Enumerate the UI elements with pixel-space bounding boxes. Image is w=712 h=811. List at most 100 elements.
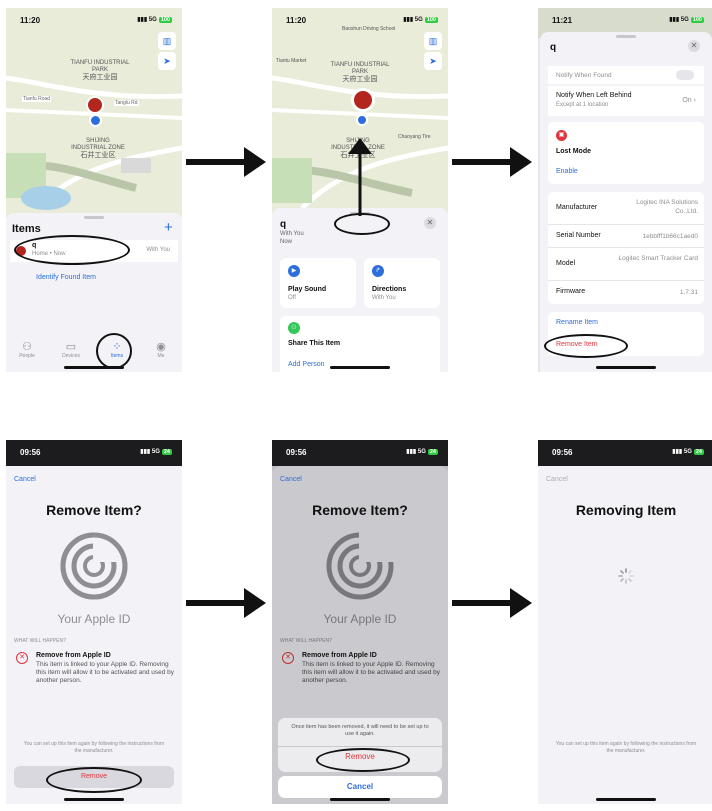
status-time: 09:56 <box>552 448 573 457</box>
directions-card[interactable]: ↱ Directions With You <box>364 258 440 308</box>
status-bar: 11:21 ▮▮▮ 5G 100 <box>538 8 712 30</box>
notify-left-sub: Except at 1 location <box>556 102 609 108</box>
item-status: With You <box>146 247 170 253</box>
status-signal: ▮▮▮ 5G 24 <box>672 449 704 455</box>
add-item-button[interactable]: + <box>164 219 173 236</box>
lock-icon: ▣ <box>556 130 567 141</box>
apple-id-label: Your Apple ID <box>57 612 131 626</box>
sheet-title: q <box>550 42 557 53</box>
notify-left-value: On › <box>682 97 696 104</box>
next-step-arrow <box>452 588 532 618</box>
status-signal: ▮▮▮ 5G 100 <box>137 17 172 23</box>
map-view[interactable]: TIANFU INDUSTRIAL PARK 天府工业园 SHIJING IND… <box>6 8 182 218</box>
district-label-2: SHIJING INDUSTRIAL ZONE 石井工业区 <box>71 138 125 159</box>
item-title: q <box>280 219 287 230</box>
road-label-2: Tanglu Rd <box>114 100 139 106</box>
modal-sheet: Cancel Remove Item? Your Apple ID WHAT W… <box>6 466 182 804</box>
point-title: Remove from Apple ID <box>302 652 377 659</box>
settings-sheet: q ✕ Notify When Found Notify When Left B… <box>540 32 712 372</box>
status-time: 11:21 <box>552 16 573 25</box>
home-pin-icon <box>356 114 368 126</box>
cancel-button[interactable]: Cancel <box>280 476 302 483</box>
swipe-up-arrow <box>348 138 372 216</box>
status-signal: ▮▮▮ 5G 100 <box>669 17 704 23</box>
notify-found-toggle[interactable] <box>676 70 694 80</box>
tab-people[interactable]: ⚇ People <box>12 340 42 359</box>
item-sub2: Now <box>280 239 293 245</box>
point-body: This item is linked to your Apple ID. Re… <box>302 661 441 684</box>
location-button[interactable]: ➤ <box>158 52 176 70</box>
rename-item-button[interactable]: Rename Item <box>556 319 598 326</box>
modal-title: Remove Item? <box>312 502 408 518</box>
notify-left-label: Notify When Left Behind <box>556 92 632 99</box>
poi-label-2: Tiantu Market <box>276 58 307 64</box>
status-bar: 11:20 ▮▮▮ 5G 100 <box>6 8 182 30</box>
share-title: Share This Item <box>288 340 341 347</box>
chevron-right-icon: › <box>693 97 696 104</box>
items-header: Items <box>12 223 41 235</box>
notify-found-label: Notify When Found <box>556 72 612 79</box>
share-card: ⚇ Share This Item Add Person <box>280 316 440 372</box>
info-card: Manufacturer Logitec INA Solutions Co.,L… <box>548 192 704 304</box>
location-button[interactable]: ➤ <box>424 52 442 70</box>
lost-mode-card: ▣ Lost Mode Enable <box>548 122 704 184</box>
status-time: 11:20 <box>286 16 307 25</box>
me-icon: ◉ <box>156 341 166 353</box>
sheet-cancel-button[interactable]: Cancel <box>278 776 442 798</box>
share-icon: ⚇ <box>288 322 300 334</box>
info-label: Manufacturer <box>556 204 598 211</box>
info-row-model: Model Logitec Smart Tracker Card <box>548 248 704 281</box>
info-value: Logitec Smart Tracker Card <box>618 255 698 262</box>
play-sound-card[interactable]: ▶ Play Sound Off <box>280 258 356 308</box>
identify-found-item-link[interactable]: Identify Found Item <box>36 274 96 281</box>
screen-remove-action-sheet: 09:56 ▮▮▮ 5G 24 Cancel Remove Item? Your … <box>272 440 448 804</box>
info-row-manufacturer: Manufacturer Logitec INA Solutions Co.,L… <box>548 192 704 225</box>
devices-icon: ▭ <box>65 341 77 353</box>
close-icon[interactable]: ✕ <box>688 40 700 52</box>
people-icon: ⚇ <box>22 341 32 353</box>
info-label: Model <box>556 260 576 267</box>
next-step-arrow <box>452 147 532 177</box>
status-bar: 09:56 ▮▮▮ 5G 24 <box>538 440 712 462</box>
status-time: 09:56 <box>20 448 41 457</box>
cancel-button[interactable]: Cancel <box>14 476 36 483</box>
tab-me[interactable]: ◉ Me <box>146 340 176 359</box>
close-icon[interactable]: ✕ <box>424 217 436 229</box>
home-pin-icon <box>89 114 102 127</box>
map-mode-button[interactable]: ▥ <box>424 32 442 50</box>
notify-found-row[interactable]: Notify When Found <box>548 66 704 84</box>
play-sound-title: Play Sound <box>288 286 327 293</box>
modal-title: Remove Item? <box>46 502 142 518</box>
enable-link[interactable]: Enable <box>556 168 578 175</box>
apple-id-label: Your Apple ID <box>323 612 397 626</box>
status-bar: 09:56 ▮▮▮ 5G 24 <box>6 440 182 462</box>
tracker-icon <box>60 532 128 600</box>
item-sub1: With You <box>280 231 304 237</box>
footer-note: You can set up this item again by follow… <box>555 741 697 754</box>
remove-x-icon: ✕ <box>16 652 28 664</box>
map-mode-button[interactable]: ▥ <box>158 32 176 50</box>
point-title: Remove from Apple ID <box>36 652 111 659</box>
sheet-cancel-label: Cancel <box>346 782 374 791</box>
status-bar: 09:56 ▮▮▮ 5G 24 <box>272 440 448 462</box>
info-row-serial: Serial Number 1ebbfff1b66c1aed0 <box>548 225 704 248</box>
sheet-grabber[interactable] <box>616 35 636 38</box>
highlight-remove-button <box>46 767 142 793</box>
add-person-link[interactable]: Add Person <box>288 361 325 368</box>
district-label: TIANFU INDUSTRIAL PARK 天府工业园 <box>330 62 390 83</box>
home-indicator <box>330 798 390 801</box>
tab-devices[interactable]: ▭ Devices <box>56 340 86 359</box>
screen-items-list: TIANFU INDUSTRIAL PARK 天府工业园 SHIJING IND… <box>6 8 182 372</box>
home-indicator <box>64 798 124 801</box>
notify-left-row[interactable]: Notify When Left Behind Except at 1 loca… <box>548 86 704 116</box>
section-header: WHAT WILL HAPPEN? <box>280 638 332 644</box>
status-signal: ▮▮▮ 5G 24 <box>406 449 438 455</box>
poi-label-3: Chaoyang Tire <box>398 134 431 140</box>
directions-title: Directions <box>372 286 407 293</box>
next-step-arrow <box>186 588 266 618</box>
sheet-grabber[interactable] <box>84 216 104 219</box>
screen-remove-confirm: 09:56 ▮▮▮ 5G 24 Cancel Remove Item? Your … <box>6 440 182 804</box>
road-label: Tianfu Road <box>22 96 52 102</box>
play-icon: ▶ <box>288 265 300 277</box>
highlight-item-row <box>14 235 130 265</box>
